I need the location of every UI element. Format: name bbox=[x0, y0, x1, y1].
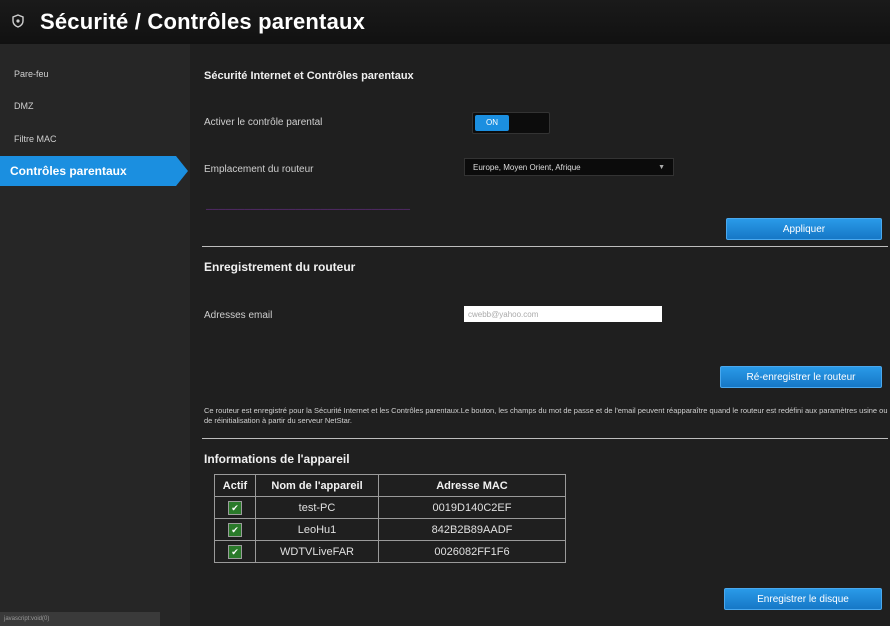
router-location-value: Europe, Moyen Orient, Afrique bbox=[473, 163, 581, 172]
sidebar-item-dmz[interactable]: DMZ bbox=[14, 101, 34, 111]
active-checkbox[interactable]: ✔ bbox=[228, 544, 242, 559]
registration-note: Ce routeur est enregistré pour la Sécuri… bbox=[204, 406, 888, 425]
enable-parental-label: Activer le contrôle parental bbox=[204, 117, 323, 128]
apply-button[interactable]: Appliquer bbox=[726, 218, 882, 240]
save-button[interactable]: Enregistrer le disque bbox=[724, 588, 882, 610]
sidebar-item-label: Contrôles parentaux bbox=[10, 164, 127, 178]
device-name-cell: LeoHu1 bbox=[255, 518, 379, 541]
sidebar-item-mac-filter[interactable]: Filtre MAC bbox=[14, 134, 57, 144]
section-heading-devices: Informations de l'appareil bbox=[204, 452, 350, 466]
main-content: Sécurité Internet et Contrôles parentaux… bbox=[190, 44, 890, 626]
column-header-mac: Adresse MAC bbox=[378, 474, 566, 497]
device-name-cell: WDTVLiveFAR bbox=[255, 540, 379, 563]
page-header: Sécurité / Contrôles parentaux bbox=[0, 0, 890, 45]
column-header-device-name: Nom de l'appareil bbox=[255, 474, 379, 497]
chevron-down-icon: ▼ bbox=[658, 164, 665, 171]
mac-cell: 0026082FF1F6 bbox=[378, 540, 566, 563]
separator bbox=[202, 438, 888, 439]
separator bbox=[202, 246, 888, 247]
table-row: ✔ LeoHu1 842B2B89AADF bbox=[214, 518, 566, 541]
table-header-row: Actif Nom de l'appareil Adresse MAC bbox=[214, 474, 566, 497]
device-table: Actif Nom de l'appareil Adresse MAC ✔ te… bbox=[214, 474, 566, 563]
parental-toggle[interactable]: ON bbox=[472, 112, 550, 134]
section-heading-parental: Sécurité Internet et Contrôles parentaux bbox=[204, 70, 414, 82]
active-checkbox[interactable]: ✔ bbox=[228, 500, 242, 515]
parental-info-link[interactable]: ──────────────────────────────── bbox=[206, 204, 410, 214]
table-row: ✔ test-PC 0019D140C2EF bbox=[214, 496, 566, 519]
mac-cell: 0019D140C2EF bbox=[378, 496, 566, 519]
router-location-select[interactable]: Europe, Moyen Orient, Afrique ▼ bbox=[464, 158, 674, 176]
reregister-button[interactable]: Ré-enregistrer le routeur bbox=[720, 366, 882, 388]
shield-icon bbox=[12, 14, 24, 28]
sidebar: Pare-feu DMZ Filtre MAC Contrôles parent… bbox=[0, 44, 190, 626]
email-label: Adresses email bbox=[204, 310, 273, 321]
table-row: ✔ WDTVLiveFAR 0026082FF1F6 bbox=[214, 540, 566, 563]
device-name-cell: test-PC bbox=[255, 496, 379, 519]
column-header-active: Actif bbox=[214, 474, 256, 497]
toggle-on-label: ON bbox=[475, 115, 509, 131]
email-field[interactable] bbox=[464, 306, 662, 322]
status-bar: javascript:void(0) bbox=[0, 612, 160, 626]
sidebar-item-firewall[interactable]: Pare-feu bbox=[14, 69, 49, 79]
router-location-label: Emplacement du routeur bbox=[204, 164, 314, 175]
sidebar-item-parental-controls[interactable]: Contrôles parentaux bbox=[0, 156, 188, 186]
mac-cell: 842B2B89AADF bbox=[378, 518, 566, 541]
section-heading-registration: Enregistrement du routeur bbox=[204, 260, 356, 274]
active-checkbox[interactable]: ✔ bbox=[228, 522, 242, 537]
page-title: Sécurité / Contrôles parentaux bbox=[40, 9, 366, 34]
